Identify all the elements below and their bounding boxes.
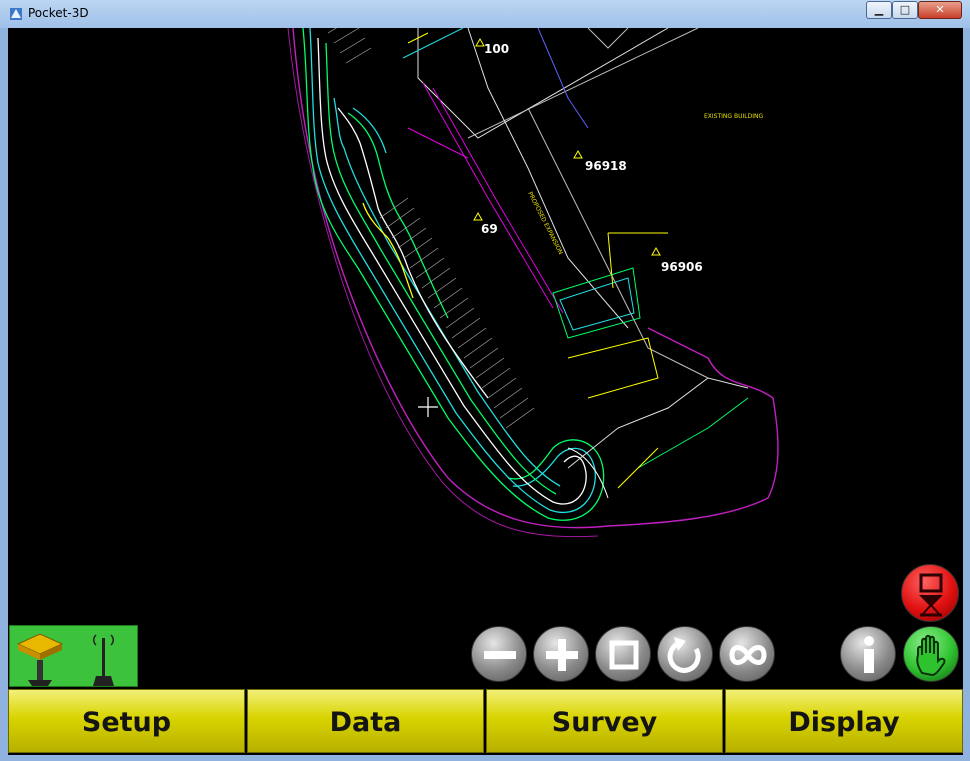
- main-menu-bar: Setup Data Survey Display: [8, 689, 963, 755]
- point-label-96918: 96918: [585, 159, 627, 173]
- point-label-100: 100: [484, 42, 509, 56]
- data-button[interactable]: Data: [247, 689, 484, 753]
- maximize-button[interactable]: □: [892, 1, 918, 19]
- infinity-button[interactable]: [719, 626, 775, 682]
- map-canvas[interactable]: 100 96918 69 96906 EXISTING BUILDING PRO…: [8, 28, 963, 755]
- proposed-expansion-label: PROPOSED EXPANSION: [526, 191, 564, 256]
- point-label-96906: 96906: [661, 260, 703, 274]
- road-curbs: [302, 28, 605, 521]
- plus-icon: [546, 639, 578, 671]
- point-marker-100: [475, 37, 485, 47]
- close-icon: ✕: [935, 3, 945, 16]
- zoom-extents-button[interactable]: [595, 626, 651, 682]
- point-marker-96918: [573, 149, 583, 159]
- existing-building-label: EXISTING BUILDING: [704, 113, 763, 120]
- refresh-button[interactable]: [657, 626, 713, 682]
- point-marker-96906: [651, 246, 661, 256]
- point-marker-69: [473, 211, 483, 221]
- close-button[interactable]: ✕: [918, 1, 962, 19]
- title-bar: Pocket-3D ▁ □ ✕: [0, 0, 970, 28]
- zoom-in-button[interactable]: [533, 626, 589, 682]
- display-button[interactable]: Display: [725, 689, 963, 753]
- square-icon: [609, 640, 639, 670]
- parking-stripes: [327, 28, 535, 429]
- minimize-button[interactable]: ▁: [866, 1, 892, 19]
- app-window: Pocket-3D ▁ □ ✕ 100 96918 69 96906 EXIST…: [0, 0, 970, 761]
- setup-button[interactable]: Setup: [8, 689, 245, 753]
- infinity-icon: [729, 645, 767, 665]
- point-markers: [473, 37, 661, 256]
- point-label-69: 69: [481, 222, 498, 236]
- info-button[interactable]: [840, 626, 896, 682]
- info-icon: [864, 636, 874, 673]
- gps-status-panel[interactable]: [9, 625, 138, 687]
- crosshair-cursor: [418, 397, 438, 417]
- gps-receiver-icon: [16, 633, 64, 686]
- radio-antenna-icon: [93, 634, 114, 686]
- zoom-out-button[interactable]: [471, 626, 527, 682]
- app-icon: [10, 8, 22, 20]
- stop-button[interactable]: [901, 564, 959, 622]
- minimize-icon: ▁: [874, 3, 884, 16]
- survey-button[interactable]: Survey: [486, 689, 723, 753]
- pan-button[interactable]: [903, 626, 959, 682]
- window-title: Pocket-3D: [28, 6, 89, 20]
- stop-icon: [919, 573, 943, 617]
- hand-icon: [916, 634, 946, 677]
- rotate-icon: [667, 637, 701, 673]
- maximize-icon: □: [899, 3, 911, 16]
- minus-icon: [484, 651, 516, 659]
